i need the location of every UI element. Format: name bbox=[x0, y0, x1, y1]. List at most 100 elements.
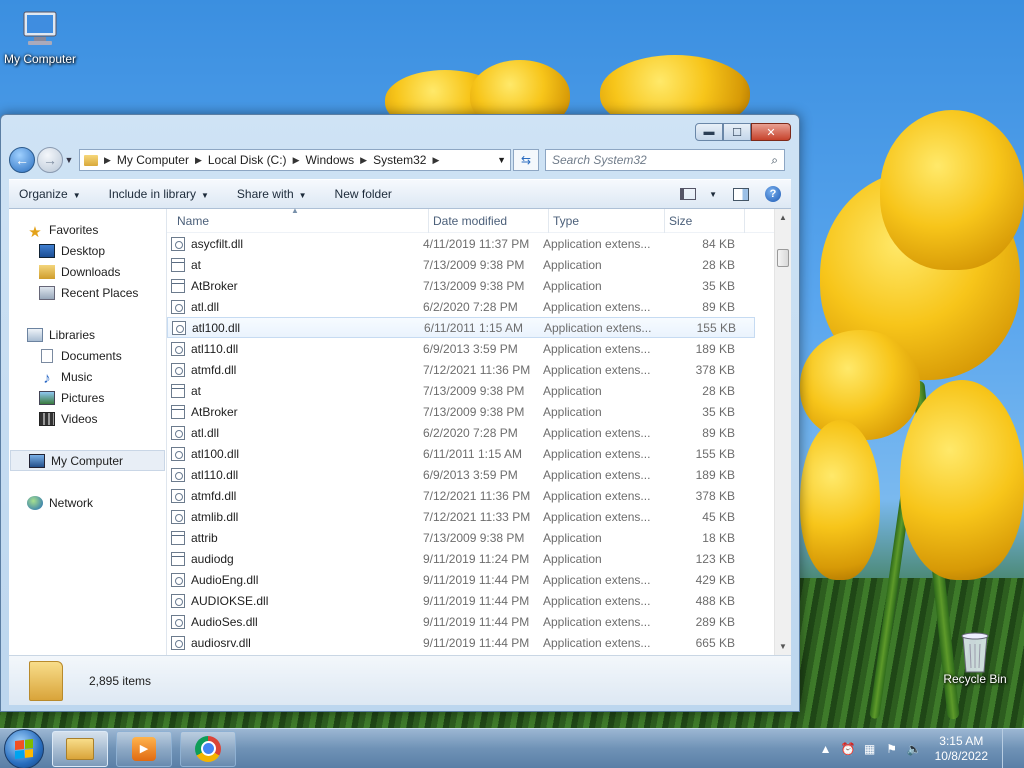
file-name-cell[interactable]: atl100.dll bbox=[167, 446, 423, 461]
breadcrumb-local-disk[interactable]: Local Disk (C:) bbox=[208, 153, 287, 167]
back-button[interactable]: ← bbox=[9, 147, 35, 173]
scroll-up-arrow-icon[interactable]: ▲ bbox=[775, 209, 791, 226]
show-hidden-icons-icon[interactable]: ▲ bbox=[819, 742, 833, 756]
chevron-right-icon[interactable]: ▶ bbox=[432, 155, 439, 166]
table-row[interactable]: atl110.dll 6/9/2013 3:59 PM Application ex… bbox=[167, 338, 791, 359]
network-status-icon[interactable]: ▦ bbox=[863, 742, 877, 756]
chevron-right-icon[interactable]: ▶ bbox=[104, 155, 111, 166]
table-row[interactable]: atmfd.dll 7/12/2021 11:36 PM Application e… bbox=[167, 485, 791, 506]
file-name-cell[interactable]: atmfd.dll bbox=[167, 488, 423, 503]
include-in-library-button[interactable]: Include in library ▼ bbox=[109, 187, 209, 201]
nav-my-computer[interactable]: My Computer bbox=[10, 450, 165, 471]
table-row[interactable]: AtBroker 7/13/2009 9:38 PM Application 35 K… bbox=[167, 401, 791, 422]
desktop-icon-recycle-bin[interactable]: Recycle Bin bbox=[935, 630, 1015, 686]
file-name-cell[interactable]: at bbox=[167, 257, 423, 272]
file-name-cell[interactable]: atl110.dll bbox=[167, 341, 423, 356]
table-row[interactable]: atl100.dll 6/11/2011 1:15 AM Application e… bbox=[167, 317, 755, 338]
file-name-cell[interactable]: AtBroker bbox=[167, 404, 423, 419]
file-name-cell[interactable]: AudioEng.dll bbox=[167, 572, 423, 587]
file-name-cell[interactable]: atmfd.dll bbox=[167, 362, 423, 377]
table-row[interactable]: atl.dll 6/2/2020 7:28 PM Application exten… bbox=[167, 296, 791, 317]
file-name-cell[interactable]: AUDIOKSE.dll bbox=[167, 593, 423, 608]
file-name-cell[interactable]: audiosrv.dll bbox=[167, 635, 423, 650]
file-name-cell[interactable]: at bbox=[167, 383, 423, 398]
nav-desktop[interactable]: Desktop bbox=[9, 240, 166, 261]
explorer-window[interactable]: ▬ ☐ ✕ ← → ▼ ▶ My Computer ▶ Local Disk (… bbox=[0, 114, 800, 712]
chevron-right-icon[interactable]: ▶ bbox=[360, 155, 367, 166]
file-name-cell[interactable]: AudioSes.dll bbox=[167, 614, 423, 629]
nav-network[interactable]: Network bbox=[9, 492, 166, 513]
table-row[interactable]: AudioEng.dll 9/11/2019 11:44 PM Applicatio… bbox=[167, 569, 791, 590]
column-header-type[interactable]: Type bbox=[549, 208, 665, 233]
nav-documents[interactable]: Documents bbox=[9, 345, 166, 366]
nav-downloads[interactable]: Downloads bbox=[9, 261, 166, 282]
search-input[interactable]: Search System32 ⌕ bbox=[545, 149, 785, 171]
start-button[interactable] bbox=[4, 728, 44, 768]
nav-pictures[interactable]: Pictures bbox=[9, 387, 166, 408]
vertical-scrollbar[interactable]: ▲ ▼ bbox=[774, 209, 791, 655]
table-row[interactable]: atl.dll 6/2/2020 7:28 PM Application exten… bbox=[167, 422, 791, 443]
table-row[interactable]: attrib 7/13/2009 9:38 PM Application 18 KB bbox=[167, 527, 791, 548]
file-name-cell[interactable]: atl.dll bbox=[167, 299, 423, 314]
file-name-cell[interactable]: atl110.dll bbox=[167, 467, 423, 482]
nav-recent-places[interactable]: Recent Places bbox=[9, 282, 166, 303]
table-row[interactable]: atmlib.dll 7/12/2021 11:33 PM Application … bbox=[167, 506, 791, 527]
taskbar-explorer-button[interactable] bbox=[52, 730, 108, 767]
table-row[interactable]: atl100.dll 6/11/2011 1:15 AM Application e… bbox=[167, 443, 791, 464]
show-desktop-button[interactable] bbox=[1002, 728, 1014, 768]
table-row[interactable]: AudioSes.dll 9/11/2019 11:44 PM Applicatio… bbox=[167, 611, 791, 632]
file-name-cell[interactable]: attrib bbox=[167, 530, 423, 545]
nav-favorites[interactable]: ★ Favorites bbox=[9, 219, 166, 241]
table-row[interactable]: asycfilt.dll 4/11/2019 11:37 PM Applicatio… bbox=[167, 233, 791, 254]
scroll-down-arrow-icon[interactable]: ▼ bbox=[775, 638, 791, 655]
file-name-cell[interactable]: atl100.dll bbox=[168, 320, 424, 335]
chevron-right-icon[interactable]: ▶ bbox=[293, 155, 300, 166]
refresh-button[interactable]: ⇆ bbox=[513, 149, 539, 171]
close-button[interactable]: ✕ bbox=[751, 123, 791, 141]
help-icon[interactable]: ? bbox=[765, 186, 781, 202]
file-name-cell[interactable]: atl.dll bbox=[167, 425, 423, 440]
nav-libraries[interactable]: Libraries bbox=[9, 324, 166, 345]
taskbar-media-player-button[interactable]: ▶ bbox=[116, 730, 172, 767]
taskbar-chrome-button[interactable] bbox=[180, 730, 236, 767]
table-row[interactable]: atl110.dll 6/9/2013 3:59 PM Application ex… bbox=[167, 464, 791, 485]
maximize-button[interactable]: ☐ bbox=[723, 123, 751, 141]
chevron-right-icon[interactable]: ▶ bbox=[195, 155, 202, 166]
action-center-flag-icon[interactable]: ⚑ bbox=[885, 742, 899, 756]
file-name-cell[interactable]: audiodg bbox=[167, 551, 423, 566]
nav-music[interactable]: ♪ Music bbox=[9, 366, 166, 387]
table-row[interactable]: audiodg 9/11/2019 11:24 PM Application 123 … bbox=[167, 548, 791, 569]
alarm-clock-icon[interactable]: ⏰ bbox=[841, 742, 856, 756]
table-row[interactable]: at 7/13/2009 9:38 PM Application 28 KB bbox=[167, 254, 791, 275]
breadcrumb-my-computer[interactable]: My Computer bbox=[117, 153, 189, 167]
file-name-cell[interactable]: AtBroker bbox=[167, 278, 423, 293]
table-row[interactable]: atmfd.dll 7/12/2021 11:36 PM Application e… bbox=[167, 359, 791, 380]
organize-button[interactable]: Organize ▼ bbox=[19, 187, 81, 201]
breadcrumb-system32[interactable]: System32 bbox=[373, 153, 426, 167]
clock[interactable]: 3:15 AM 10/8/2022 bbox=[935, 734, 988, 764]
column-header-name[interactable]: ▲ Name bbox=[167, 206, 429, 233]
preview-pane-icon[interactable] bbox=[733, 187, 749, 201]
table-row[interactable]: audiosrv.dll 9/11/2019 11:44 PM Applicatio… bbox=[167, 632, 791, 653]
column-header-size[interactable]: Size bbox=[665, 208, 745, 233]
recent-pages-dropdown[interactable]: ▼ bbox=[63, 155, 75, 165]
column-header-date[interactable]: Date modified bbox=[429, 208, 549, 233]
breadcrumb-windows[interactable]: Windows bbox=[305, 153, 354, 167]
forward-button[interactable]: → bbox=[37, 147, 63, 173]
change-view-button[interactable]: ▼ bbox=[680, 188, 717, 200]
address-bar[interactable]: ▶ My Computer ▶ Local Disk (C:) ▶ Window… bbox=[79, 149, 511, 171]
new-folder-button[interactable]: New folder bbox=[335, 187, 392, 201]
minimize-button[interactable]: ▬ bbox=[695, 123, 723, 141]
scrollbar-thumb[interactable] bbox=[777, 249, 789, 267]
volume-icon[interactable]: 🔈 bbox=[907, 742, 922, 756]
address-history-dropdown[interactable]: ▼ bbox=[497, 155, 506, 165]
desktop-icon-my-computer[interactable]: My Computer bbox=[0, 10, 80, 66]
table-row[interactable]: AUDIOKSE.dll 9/11/2019 11:44 PM Applicatio… bbox=[167, 590, 791, 611]
file-name-cell[interactable]: asycfilt.dll bbox=[167, 236, 423, 251]
search-icon[interactable]: ⌕ bbox=[771, 153, 778, 168]
table-row[interactable]: at 7/13/2009 9:38 PM Application 28 KB bbox=[167, 380, 791, 401]
nav-videos[interactable]: Videos bbox=[9, 408, 166, 429]
table-row[interactable]: AtBroker 7/13/2009 9:38 PM Application 35 K… bbox=[167, 275, 791, 296]
file-name-cell[interactable]: atmlib.dll bbox=[167, 509, 423, 524]
share-with-button[interactable]: Share with ▼ bbox=[237, 187, 307, 201]
